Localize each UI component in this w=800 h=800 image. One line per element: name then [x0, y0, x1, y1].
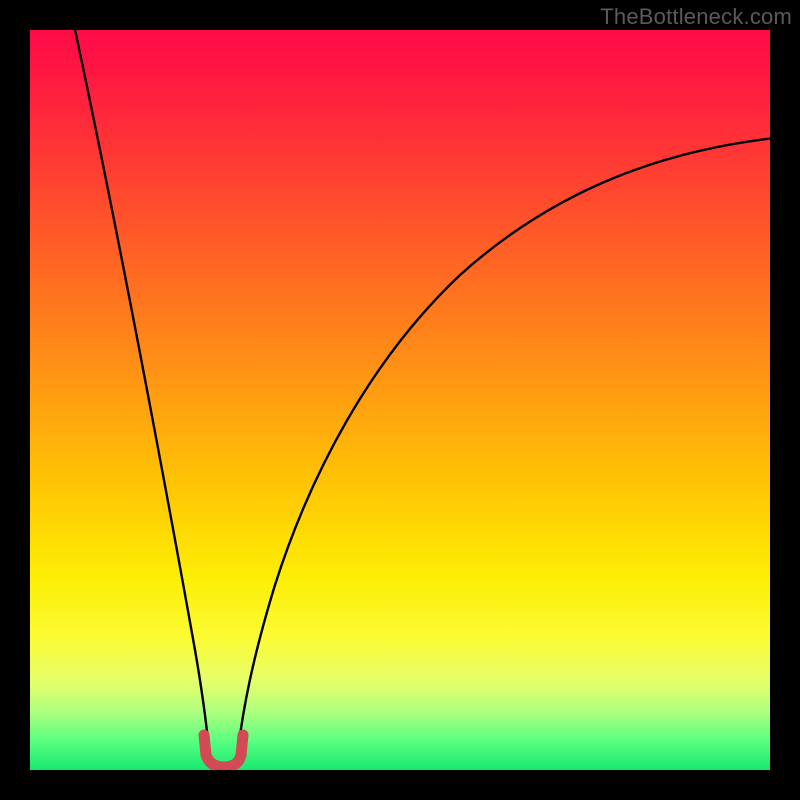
- valley-marker: [204, 735, 243, 767]
- curve-layer: [30, 30, 770, 770]
- watermark-text: TheBottleneck.com: [600, 4, 792, 30]
- chart-frame: TheBottleneck.com: [0, 0, 800, 800]
- curve-left-branch: [74, 30, 209, 750]
- curve-right-branch: [238, 138, 770, 750]
- plot-area: [30, 30, 770, 770]
